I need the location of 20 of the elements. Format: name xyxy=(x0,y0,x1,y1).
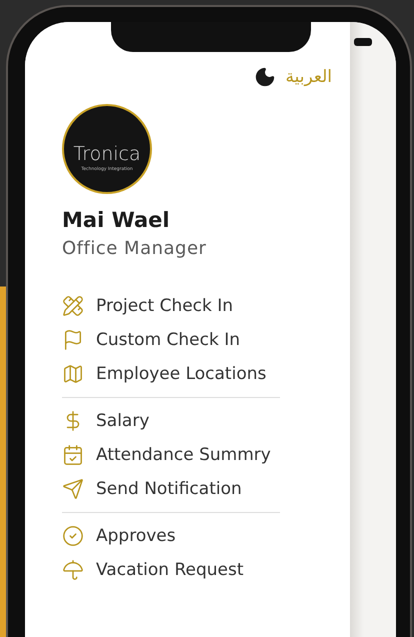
menu-item[interactable]: Approves xyxy=(62,519,280,553)
calendar-icon xyxy=(62,444,84,466)
user-name: Mai Wael xyxy=(62,208,171,232)
check-circle-icon xyxy=(62,525,84,547)
menu-item[interactable]: Custom Check In xyxy=(62,323,280,357)
menu-item[interactable]: Employee Locations xyxy=(62,357,280,391)
user-role: Office Manager xyxy=(62,238,208,259)
menu-item[interactable]: Vacation Request xyxy=(62,553,280,587)
battery-icon xyxy=(354,38,372,46)
menu-item[interactable]: Salary xyxy=(62,404,280,438)
menu-item[interactable]: Attendance Summry xyxy=(62,438,280,472)
moon-icon[interactable] xyxy=(254,66,276,88)
logo-name: Tronica xyxy=(73,142,141,164)
flag-icon xyxy=(62,329,84,351)
umbrella-icon xyxy=(62,559,84,581)
pencil-ruler-icon xyxy=(62,295,84,317)
map-icon xyxy=(62,363,84,385)
send-icon xyxy=(62,478,84,500)
menu-item[interactable]: Send Notification xyxy=(62,472,280,506)
menu-item[interactable]: Project Check In xyxy=(62,289,280,323)
